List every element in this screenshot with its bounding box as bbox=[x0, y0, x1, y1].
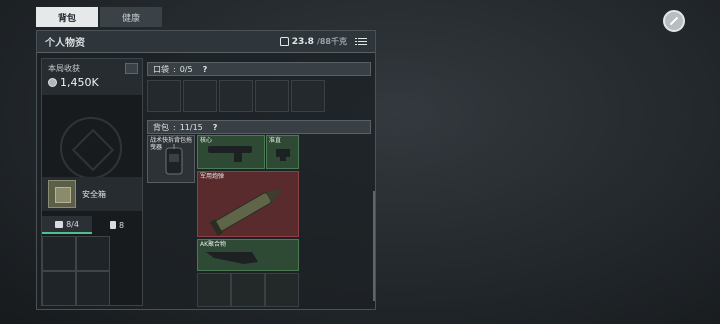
tab-case-label: 8/4 bbox=[66, 219, 79, 229]
backpack-grid: 战术快拆背包拖曳器 核心 准直 军用炮弹 AK聚合物 bbox=[147, 135, 371, 307]
scrollbar[interactable] bbox=[373, 191, 375, 301]
grid-cell[interactable] bbox=[42, 271, 76, 306]
pocket-header: 口袋: 0/5 ? bbox=[147, 62, 371, 76]
stock-icon bbox=[206, 252, 258, 264]
pocket-slots bbox=[147, 80, 325, 112]
pocket-slot[interactable] bbox=[219, 80, 253, 112]
backpack-slot[interactable] bbox=[197, 273, 231, 307]
tab-documents-label: 8 bbox=[118, 220, 125, 230]
backpack-help-icon[interactable]: ? bbox=[213, 123, 218, 132]
earnings-value-row: 1,450K bbox=[48, 76, 136, 89]
pocket-slot[interactable] bbox=[291, 80, 325, 112]
tactical-rig-item[interactable]: 战术快拆背包拖曳器 bbox=[147, 135, 195, 183]
list-icon[interactable] bbox=[355, 37, 367, 47]
backpack-header: 背包: 11/15 ? bbox=[147, 120, 371, 134]
equipment-column: 本局收获 1,450K 安全箱 8/4 8 bbox=[41, 58, 143, 306]
grid-cell[interactable] bbox=[76, 236, 110, 271]
backpack-slot[interactable] bbox=[231, 273, 265, 307]
weight-current: 23.8 bbox=[291, 36, 314, 47]
pocket-help-icon[interactable]: ? bbox=[203, 65, 208, 74]
case-icon bbox=[55, 220, 64, 228]
grip-icon bbox=[208, 146, 252, 162]
backpack-slot[interactable] bbox=[265, 273, 299, 307]
pocket-slot[interactable] bbox=[183, 80, 217, 112]
pocket-slot[interactable] bbox=[147, 80, 181, 112]
safe-box-grid bbox=[42, 236, 110, 306]
safe-box-icon bbox=[48, 180, 76, 208]
grid-cell[interactable] bbox=[42, 236, 76, 271]
rig-icon bbox=[165, 144, 183, 175]
earnings-label: 本局收获 bbox=[48, 64, 80, 73]
pocket-count: 0/5 bbox=[179, 64, 193, 74]
backpack-count: 11/15 bbox=[179, 122, 203, 132]
safe-box-slot[interactable]: 安全箱 bbox=[42, 177, 142, 211]
top-tabs: 背包 健康 bbox=[36, 7, 162, 27]
backpack-label: 背包 bbox=[153, 122, 169, 132]
ak-stock-label: AK聚合物 bbox=[200, 241, 227, 248]
earnings-list-icon[interactable] bbox=[125, 63, 138, 74]
tab-documents[interactable]: 8 bbox=[92, 216, 142, 234]
screen-edge-arc bbox=[0, 10, 22, 310]
tab-health[interactable]: 健康 bbox=[100, 7, 162, 27]
cannon-shell-label: 军用炮弹 bbox=[200, 173, 225, 180]
earnings-value: 1,450K bbox=[60, 76, 99, 89]
pocket-slot[interactable] bbox=[255, 80, 289, 112]
panel-header: 个人物资 23.8/88千克 bbox=[37, 31, 375, 53]
shell-icon bbox=[209, 189, 283, 236]
coin-icon bbox=[48, 78, 57, 87]
safe-box-label: 安全箱 bbox=[82, 189, 106, 199]
container-tabs: 8/4 8 bbox=[42, 216, 142, 234]
cannon-shell-item[interactable]: 军用炮弹 bbox=[197, 171, 299, 237]
panel-title: 个人物资 bbox=[45, 38, 85, 49]
document-icon bbox=[109, 221, 116, 229]
weight-icon bbox=[279, 37, 289, 46]
tab-backpack[interactable]: 背包 bbox=[36, 7, 98, 27]
pocket-label: 口袋 bbox=[153, 64, 169, 74]
core-label: 核心 bbox=[200, 137, 213, 144]
inventory-panel: 个人物资 23.8/88千克 本局收获 1,450K 安全箱 8/4 8 口袋 … bbox=[36, 30, 376, 310]
scope-label: 准直 bbox=[269, 137, 282, 144]
core-item[interactable]: 核心 bbox=[197, 135, 265, 169]
weight-indicator: 23.8/88千克 bbox=[279, 36, 347, 47]
grid-cell[interactable] bbox=[76, 271, 110, 306]
weight-cap: /88千克 bbox=[316, 37, 347, 46]
earnings-box: 本局收获 1,450K bbox=[42, 59, 142, 95]
emblem-watermark-icon bbox=[60, 117, 122, 179]
disable-icon[interactable] bbox=[663, 10, 685, 32]
scope-item[interactable]: 准直 bbox=[266, 135, 299, 169]
ak-stock-item[interactable]: AK聚合物 bbox=[197, 239, 299, 271]
scope-icon bbox=[276, 149, 290, 161]
tab-case[interactable]: 8/4 bbox=[42, 216, 92, 234]
